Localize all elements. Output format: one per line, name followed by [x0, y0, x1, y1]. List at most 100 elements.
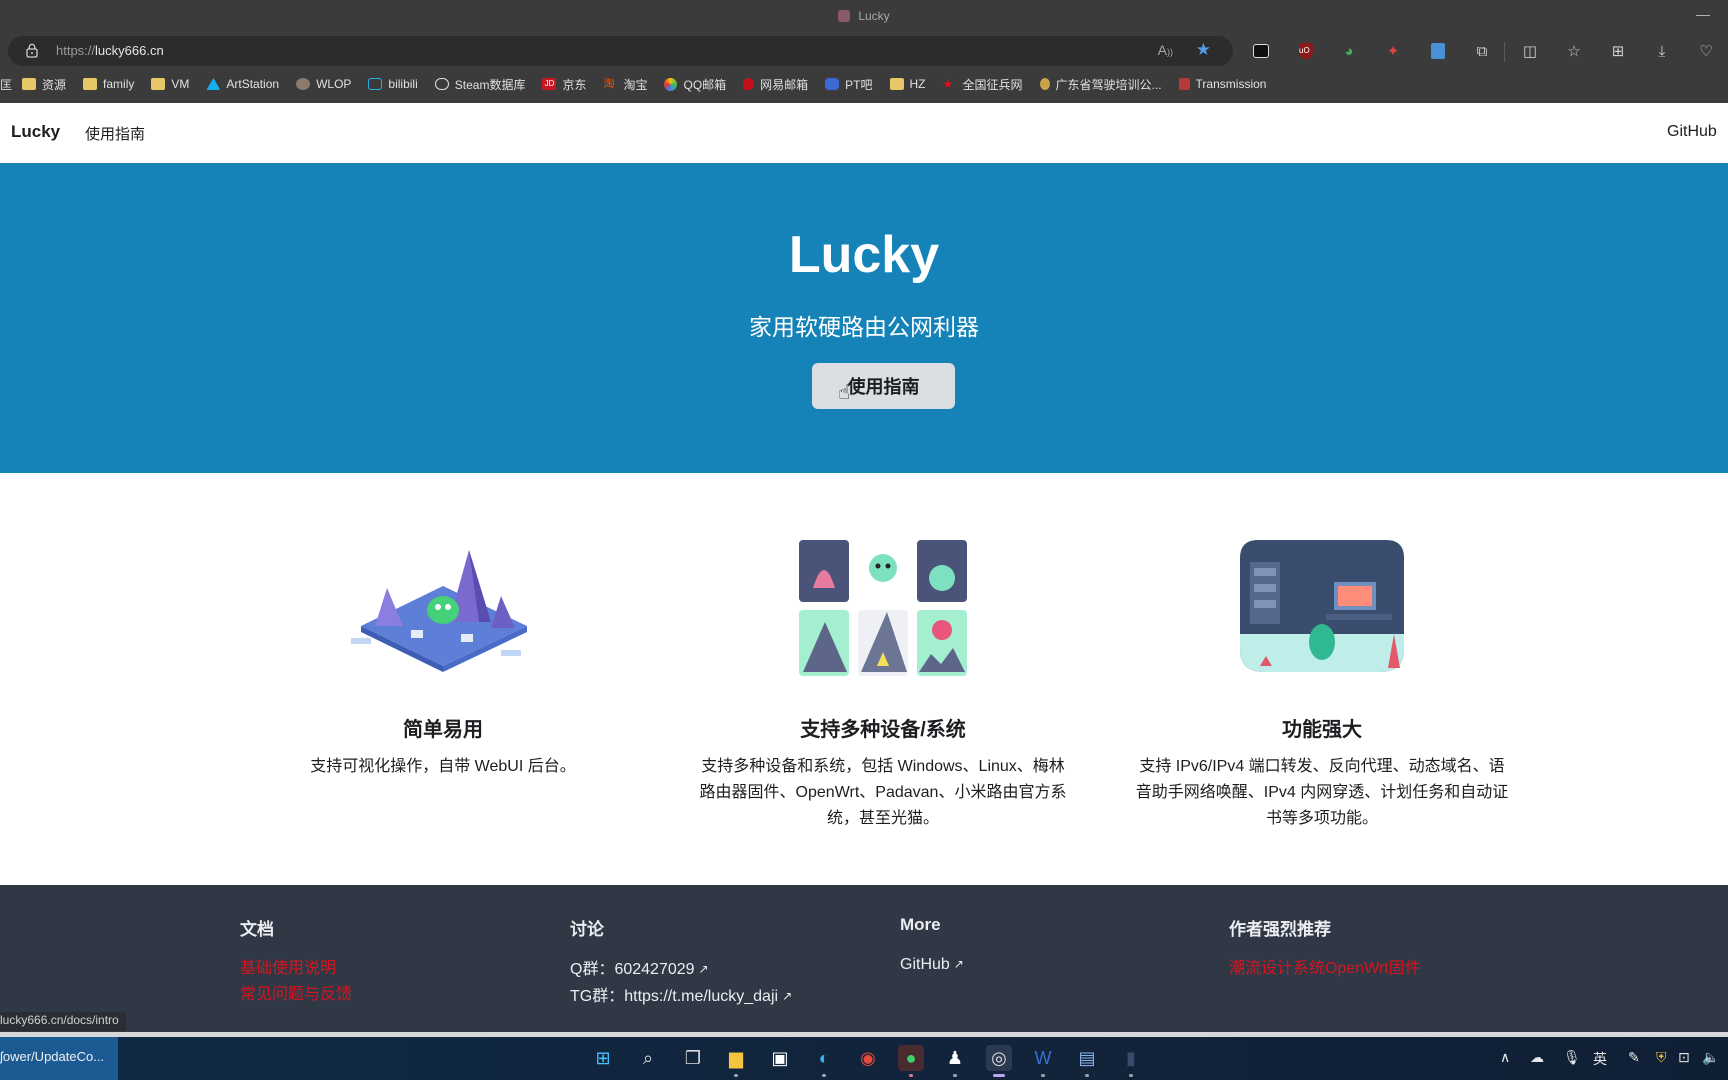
onedrive-icon[interactable]: ☁ [1530, 1049, 1544, 1066]
bookmark-item[interactable]: bilibili [368, 77, 418, 91]
qq-icon[interactable]: ♟ [942, 1045, 968, 1077]
split-screen-icon[interactable]: ◫ [1519, 40, 1541, 62]
bookmark-item[interactable]: PT吧 [825, 76, 873, 93]
title-bar: Lucky — [0, 0, 1728, 34]
bookmark-item[interactable]: ArtStation [206, 77, 279, 91]
minimize-button[interactable]: — [1696, 6, 1710, 22]
window-title-text: Lucky [858, 9, 890, 23]
running-indicator [1129, 1074, 1133, 1077]
baidu-icon [825, 78, 840, 90]
ime-indicator[interactable]: 英 [1593, 1049, 1607, 1069]
edge-icon[interactable]: ◐ [811, 1045, 837, 1077]
running-indicator [1041, 1074, 1045, 1077]
security-shield-icon[interactable]: ⛨ [1656, 1049, 1667, 1066]
bookmark-item[interactable]: ★ 全国征兵网 [943, 76, 1023, 93]
address-bar[interactable]: https://lucky666.cn A)) ★ [8, 36, 1233, 66]
url-text[interactable]: https://lucky666.cn [56, 43, 164, 58]
bookmark-label: ArtStation [226, 77, 280, 91]
guide-button[interactable]: 使用指南 [812, 363, 955, 409]
bookmark-item[interactable]: Transmission [1178, 77, 1266, 91]
feature-card: 支持多种设备/系统 支持多种设备和系统，包括 Windows、Linux、梅林路… [683, 473, 1083, 885]
transmission-icon [1178, 78, 1190, 90]
favorites-icon[interactable]: ☆ [1563, 40, 1585, 62]
search-icon[interactable]: ⌕ [635, 1045, 661, 1071]
footer-column-docs: 文档 基础使用说明 常见问题与反馈 [240, 915, 540, 1008]
running-indicator [953, 1074, 957, 1077]
bookmark-item[interactable]: family [83, 77, 134, 91]
footer-column-title: 作者强烈推荐 [1229, 920, 1331, 939]
window-title: Lucky [0, 9, 1728, 23]
file-explorer-icon[interactable]: ▆ [723, 1045, 749, 1077]
read-aloud-icon[interactable]: A)) [1158, 42, 1173, 58]
footer-column-title: 文档 [240, 920, 274, 939]
task-view-icon[interactable]: ❐ [680, 1045, 706, 1071]
chrome-icon[interactable]: ◉ [855, 1045, 881, 1071]
extension-blue-icon[interactable] [1427, 40, 1449, 62]
footer-link-qq-group[interactable]: Q群：602427029 ↗ [570, 956, 870, 983]
lock-icon[interactable] [26, 43, 38, 58]
active-window-button[interactable]: ʃower/UpdateCo... [0, 1037, 118, 1080]
folder-icon [83, 78, 98, 90]
footer-link-label: GitHub [900, 956, 950, 973]
wechat-icon[interactable]: ● [898, 1045, 924, 1077]
feature-card: 简单易用 支持可视化操作，自带 WebUI 后台。 [243, 473, 643, 885]
qqmail-icon [664, 77, 678, 91]
favorite-star-icon[interactable]: ★ [1196, 40, 1211, 60]
feature-title: 功能强大 [1282, 719, 1362, 741]
extensions-puzzle-icon[interactable]: ⧉ [1471, 40, 1493, 62]
url-host: lucky666.cn [95, 43, 164, 58]
brand-link[interactable]: Lucky [11, 122, 60, 142]
footer-link-recommended-firmware[interactable]: 潮流设计系统OpenWrt固件 [1229, 956, 1529, 982]
obs-icon[interactable]: ◎ [986, 1045, 1012, 1077]
footer-link-github[interactable]: GitHub ↗ [900, 951, 1200, 978]
downloads-icon[interactable]: ⤓ [1651, 40, 1673, 62]
collections-icon[interactable]: ⊞ [1607, 40, 1629, 62]
bookmark-overflow-icon[interactable]: 匡 [0, 76, 12, 93]
url-protocol: https:// [56, 43, 96, 58]
workshop-room-illustration [1240, 540, 1404, 672]
bookmark-item[interactable]: 资源 [22, 76, 66, 93]
tray-overflow-icon[interactable]: ∧ [1500, 1049, 1510, 1066]
nav-guide-link[interactable]: 使用指南 [85, 123, 145, 144]
hero-subtitle: 家用软硬路由公网利器 [749, 314, 979, 340]
feature-description: 支持可视化操作，自带 WebUI 后台。 [310, 758, 576, 775]
bookmark-item[interactable]: QQ邮箱 [664, 76, 726, 93]
bookmark-item[interactable]: 广东省驾驶培训公... [1039, 76, 1162, 93]
bilibili-icon [368, 78, 383, 90]
browser-chrome: Lucky — https://lucky666.cn A)) ★ uO ◕ ✦… [0, 0, 1728, 103]
tray-app-icon[interactable]: ✎ [1628, 1049, 1640, 1066]
microsoft-store-icon[interactable]: ▣ [767, 1045, 793, 1071]
bookmarks-bar: 匡 资源 family VM ArtStation WLOP bilibili … [0, 72, 1728, 96]
footer-link-faq[interactable]: 常见问题与反馈 [240, 982, 540, 1008]
bookmark-label: bilibili [388, 77, 418, 91]
bookmark-item[interactable]: HZ [889, 77, 926, 91]
bookmark-item[interactable]: VM [151, 77, 189, 91]
extension-green-icon[interactable]: ◕ [1338, 40, 1360, 62]
footer-link-basic-usage[interactable]: 基础使用说明 [240, 956, 540, 982]
nav-github-link[interactable]: GitHub [1667, 123, 1717, 141]
footer-column-more: More GitHub ↗ [900, 915, 1200, 978]
network-icon[interactable]: ⊡ [1678, 1049, 1690, 1066]
terminal-cat-icon[interactable]: ▮ [1118, 1045, 1144, 1077]
bookmark-label: WLOP [316, 77, 352, 91]
word-icon[interactable]: W [1030, 1045, 1056, 1077]
windows-start-icon[interactable]: ⊞ [590, 1045, 616, 1071]
bookmark-item[interactable]: Steam数据库 [434, 76, 525, 93]
bookmark-item[interactable]: 网易邮箱 [743, 76, 808, 93]
footer-link-telegram[interactable]: TG群：https://t.me/lucky_daji ↗ [570, 983, 870, 1010]
browser-essentials-icon[interactable]: ♡ [1695, 40, 1717, 62]
bookmark-item[interactable]: JD 京东 [542, 76, 586, 93]
volume-icon[interactable]: 🔈 [1702, 1049, 1719, 1066]
extension-colorful-icon[interactable]: ✦ [1382, 40, 1404, 62]
extension-dots-icon[interactable] [1250, 40, 1272, 62]
remote-desktop-icon[interactable]: ▤ [1074, 1045, 1100, 1077]
ublock-icon[interactable]: uO [1295, 40, 1317, 62]
hero-banner: Lucky 家用软硬路由公网利器 使用指南 [0, 163, 1728, 473]
microphone-icon[interactable]: 🎙 [1563, 1049, 1581, 1066]
running-indicator [734, 1074, 738, 1077]
bookmark-item[interactable]: 淘淘宝 [603, 76, 647, 93]
feature-description: 支持多种设备和系统，包括 Windows、Linux、梅林路由器固件、OpenW… [699, 758, 1067, 827]
bookmark-item[interactable]: WLOP [296, 77, 351, 91]
bookmark-label: 广东省驾驶培训公... [1055, 77, 1162, 92]
bookmark-label: HZ [909, 77, 926, 91]
